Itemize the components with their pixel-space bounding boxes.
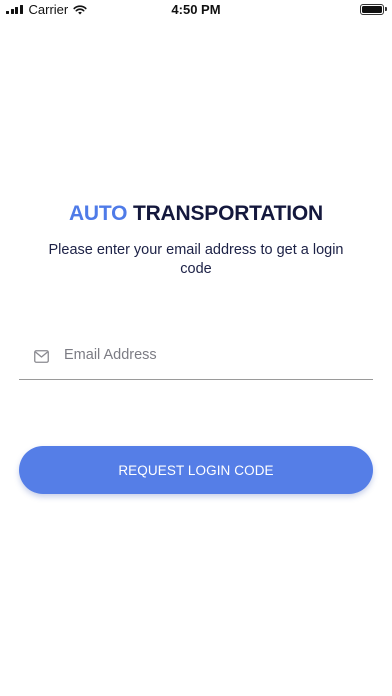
- status-bar-time: 4:50 PM: [171, 2, 221, 17]
- app-title: AUTO TRANSPORTATION: [0, 202, 392, 226]
- email-input[interactable]: [64, 342, 354, 368]
- battery-tip: [385, 7, 387, 11]
- status-bar: Carrier 4:50 PM: [0, 0, 392, 22]
- app-title-main: TRANSPORTATION: [132, 202, 324, 225]
- email-field[interactable]: [19, 338, 373, 380]
- mail-icon: [34, 350, 49, 363]
- login-screen: Carrier 4:50 PM AUTO TRANSPORTATION Plea…: [0, 0, 392, 696]
- app-title-accent: AUTO: [68, 202, 128, 225]
- request-login-code-button[interactable]: REQUEST LOGIN CODE: [19, 446, 373, 494]
- login-instructions: Please enter your email address to get a…: [48, 242, 344, 277]
- battery-icon: [360, 4, 384, 15]
- battery-level: [362, 6, 382, 13]
